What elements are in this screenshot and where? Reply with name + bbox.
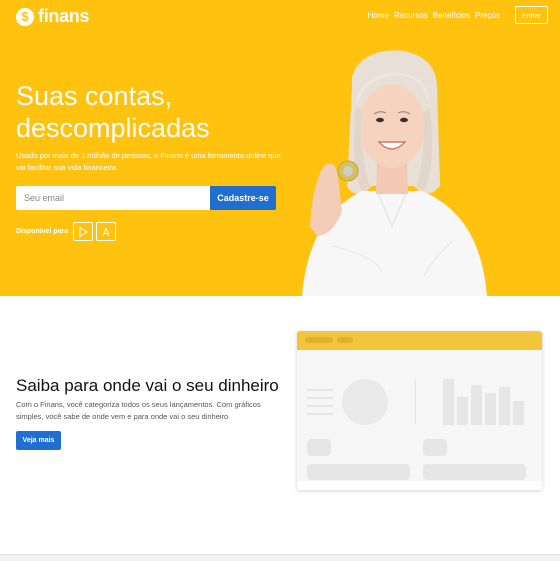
mockup-bar (513, 401, 524, 425)
mockup-line (307, 389, 333, 391)
nav-link-beneficios[interactable]: Benefícios (433, 11, 470, 20)
login-button[interactable]: Entrar (515, 6, 548, 24)
mockup-bar (499, 387, 510, 425)
see-more-button[interactable]: Veja mais (16, 431, 61, 450)
nav-link-recursos[interactable]: Recursos (394, 11, 428, 20)
mockup-line (307, 405, 333, 407)
email-input[interactable] (16, 186, 210, 210)
mockup-line (307, 397, 333, 399)
feature-description: Com o Finans, você categoriza todos os s… (16, 400, 261, 421)
signup-button[interactable]: Cadastre-se (210, 186, 276, 210)
nav-link-home[interactable]: Home (368, 11, 389, 20)
mockup-bar (471, 385, 482, 425)
mockup-pie-chart (342, 379, 388, 425)
google-play-icon[interactable] (73, 222, 94, 241)
app-store-icon[interactable] (96, 222, 117, 241)
dollar-coin-icon: $ (16, 7, 34, 26)
nav-link-precos[interactable]: Preços (475, 11, 500, 20)
mockup-header (297, 331, 542, 350)
store-badges: Disponível para (16, 222, 117, 241)
mockup-bar (485, 393, 496, 425)
mockup-bar (443, 379, 454, 425)
mockup-bar (457, 397, 468, 425)
hero-subtitle: Usado por mais de 1 milhão de pessoas, o… (16, 151, 281, 172)
hero-title: Suas contas, descomplicadas (16, 81, 210, 143)
main-nav: Home Recursos Benefícios Preços (368, 11, 500, 20)
woman-holding-coin-photo (302, 50, 487, 296)
mockup-header-pill (305, 337, 333, 343)
available-label: Disponível para (16, 228, 69, 235)
mockup-card (423, 464, 526, 480)
mockup-header-pill (337, 337, 353, 343)
mockup-card (307, 464, 410, 480)
dashboard-mockup-illustration (297, 331, 542, 490)
mockup-card (307, 439, 331, 456)
mockup-card (423, 439, 447, 456)
logo[interactable]: $ finans (16, 6, 90, 27)
mockup-divider (415, 379, 416, 424)
signup-form: Cadastre-se (16, 186, 276, 210)
feature-title: Saiba para onde vai o seu dinheiro (16, 376, 279, 395)
mockup-line (307, 413, 333, 415)
brand-name: finans (38, 6, 90, 26)
hero-section: $ finans Home Recursos Benefícios Preços… (0, 0, 560, 296)
